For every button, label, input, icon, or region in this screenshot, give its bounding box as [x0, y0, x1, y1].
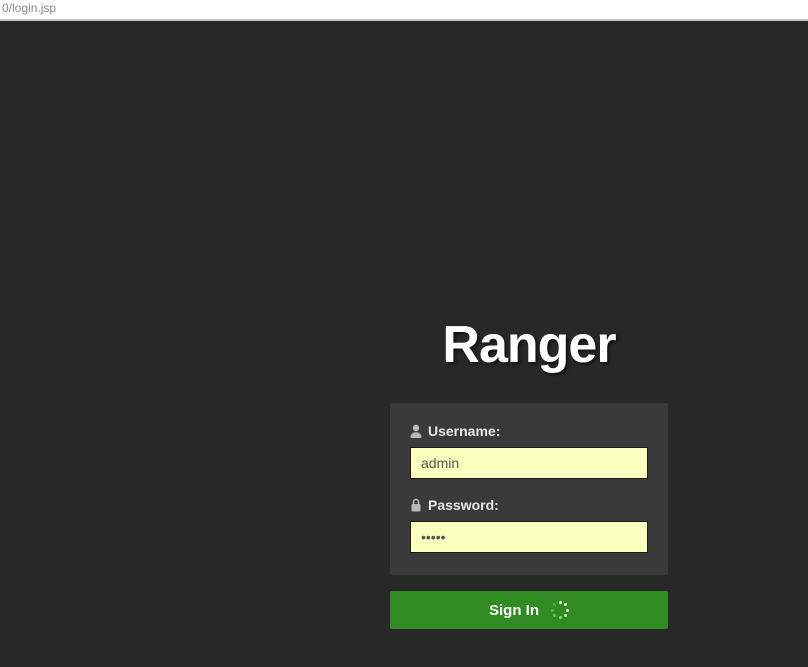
login-panel: Username: Password:: [390, 403, 668, 575]
user-icon: [410, 424, 422, 438]
password-input[interactable]: [410, 521, 648, 553]
app-viewport: Ranger Username:: [0, 21, 808, 667]
loading-spinner-icon: [551, 601, 569, 619]
browser-url-fragment: 0/login.jsp: [0, 0, 808, 19]
username-input[interactable]: [410, 447, 648, 479]
password-group: Password:: [410, 497, 648, 553]
username-label: Username:: [428, 423, 500, 439]
signin-button[interactable]: Sign In: [390, 591, 668, 629]
signin-label: Sign In: [489, 602, 539, 619]
password-label: Password:: [428, 497, 499, 513]
username-group: Username:: [410, 423, 648, 479]
password-label-row: Password:: [410, 497, 648, 513]
lock-icon: [410, 498, 422, 512]
username-label-row: Username:: [410, 423, 648, 439]
brand-title: Ranger: [390, 315, 668, 375]
